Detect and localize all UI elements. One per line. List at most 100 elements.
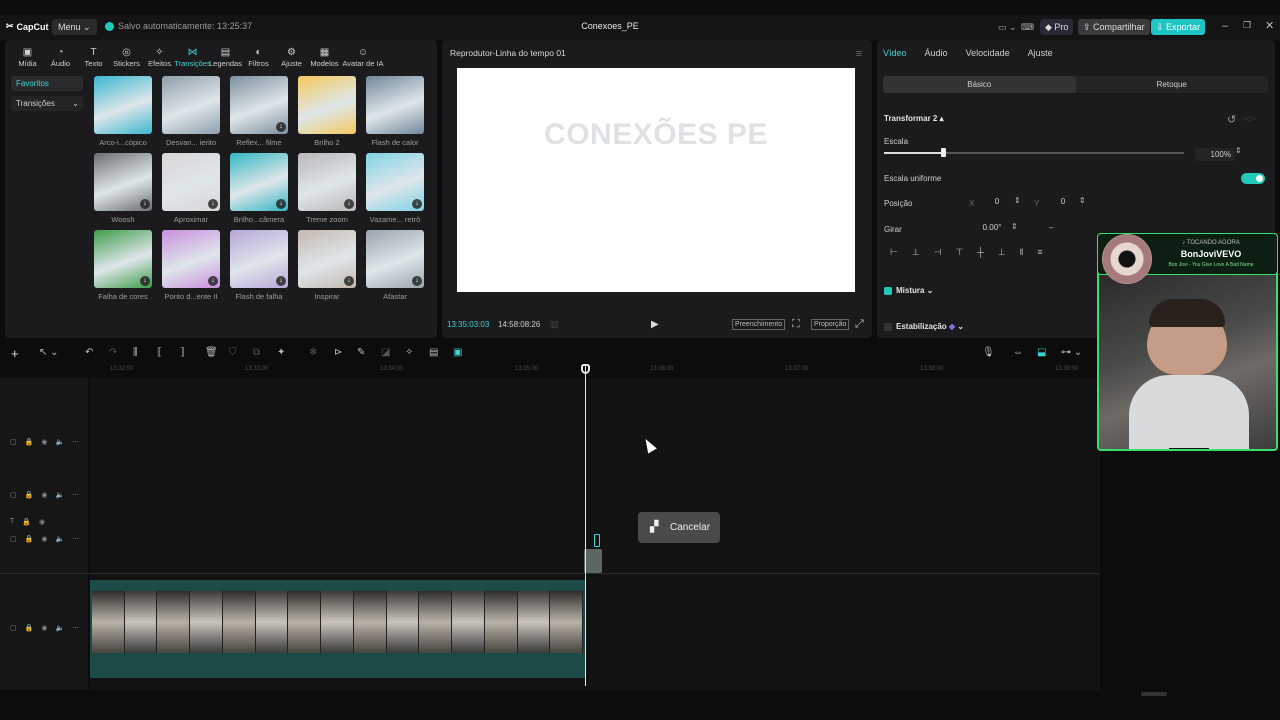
- distribute-h-icon[interactable]: ‖: [1020, 247, 1024, 258]
- speaker-icon[interactable]: 🔈: [55, 438, 64, 446]
- align-middle-icon[interactable]: ┼: [977, 247, 983, 258]
- timecode-grid-icon[interactable]: ▥: [550, 319, 559, 330]
- transition-thumbnail[interactable]: ↓: [366, 153, 424, 211]
- tab-filters[interactable]: ◐ Filtros: [242, 42, 275, 68]
- transition-thumbnail[interactable]: ↓: [94, 230, 152, 288]
- add-track-icon[interactable]: +: [11, 346, 19, 361]
- playhead[interactable]: [585, 366, 586, 686]
- blend-section[interactable]: Mistura ⌄: [884, 286, 933, 295]
- more-icon[interactable]: ⋯: [72, 535, 79, 543]
- align-top-icon[interactable]: ⊤: [956, 247, 964, 258]
- eye-icon[interactable]: ◉: [39, 518, 45, 526]
- fill-button[interactable]: Preenchimento: [732, 319, 786, 330]
- eye-icon[interactable]: ◉: [41, 624, 47, 632]
- maximize-icon[interactable]: ❐: [1243, 20, 1251, 31]
- shortcuts-icon[interactable]: ⌨: [1016, 19, 1039, 35]
- transition-thumbnail[interactable]: ↓: [298, 230, 356, 288]
- more-icon[interactable]: ⋯: [72, 491, 79, 499]
- scale-value-field[interactable]: 100%: [1195, 148, 1235, 161]
- select-tool-icon[interactable]: ↖ ⌄: [39, 347, 59, 358]
- cancel-button[interactable]: ▞ Cancelar: [638, 512, 720, 543]
- shield-icon[interactable]: ⛉: [229, 347, 237, 358]
- tab-basic[interactable]: Básico: [883, 76, 1076, 93]
- transition-thumbnail[interactable]: ↓: [162, 230, 220, 288]
- transition-item[interactable]: ↓ Afastar: [366, 230, 424, 307]
- lock-icon[interactable]: 🔒: [25, 535, 34, 543]
- tab-props-3[interactable]: Ajuste: [1028, 48, 1053, 58]
- marker-icon[interactable]: ⊳: [334, 347, 342, 358]
- position-x-stepper[interactable]: ⇕: [1014, 196, 1021, 205]
- distribute-v-icon[interactable]: ≡: [1037, 247, 1042, 258]
- transition-thumbnail[interactable]: ↓: [298, 153, 356, 211]
- stabilize-section[interactable]: Estabilização ◆ ⌄: [884, 322, 964, 331]
- tab-transitions[interactable]: ⋈ Transições: [174, 42, 210, 68]
- tab-props-2[interactable]: Velocidade: [966, 48, 1010, 58]
- transition-item[interactable]: Flash de calor: [366, 76, 424, 153]
- tab-text[interactable]: T Texto: [77, 42, 110, 68]
- transition-item[interactable]: ↓ Aproximar: [162, 153, 220, 230]
- uniform-scale-toggle[interactable]: [1241, 173, 1265, 184]
- download-icon[interactable]: ↓: [276, 276, 286, 286]
- lock-icon[interactable]: 🔒: [22, 518, 31, 526]
- lock-icon[interactable]: 🔒: [25, 491, 34, 499]
- horizontal-scrollbar[interactable]: [1141, 692, 1167, 696]
- scale-stepper[interactable]: ⇕: [1235, 146, 1242, 155]
- blend-checkbox[interactable]: [884, 286, 892, 295]
- transition-thumbnail[interactable]: ↓: [230, 230, 288, 288]
- preview-screen[interactable]: CONEXÕES PE: [457, 68, 855, 292]
- tab-sticker[interactable]: ◎ Stickers: [110, 42, 143, 68]
- rotate-field[interactable]: 0.00°: [972, 221, 1012, 235]
- position-y-stepper[interactable]: ⇕: [1079, 196, 1086, 205]
- download-icon[interactable]: ↓: [208, 199, 218, 209]
- tab-media[interactable]: ▣ Mídia: [11, 42, 44, 68]
- transition-thumbnail[interactable]: ↓: [230, 153, 288, 211]
- sidebar-item-transitions[interactable]: Transições ⌄: [11, 96, 83, 111]
- transition-thumbnail[interactable]: [366, 76, 424, 134]
- tab-retouch[interactable]: Retoque: [1076, 76, 1269, 93]
- auto-reframe-icon[interactable]: ▣: [453, 347, 462, 358]
- transform-section[interactable]: Transformar 2 ▴: [884, 114, 944, 123]
- download-icon[interactable]: ↓: [140, 276, 150, 286]
- more-icon[interactable]: ⋯: [72, 438, 79, 446]
- tab-audio[interactable]: ◔ Áudio: [44, 42, 77, 68]
- flip-icon[interactable]: –: [1049, 223, 1053, 232]
- align-left-icon[interactable]: ⊢: [890, 247, 898, 258]
- fit-icon[interactable]: ⛶: [792, 318, 800, 331]
- play-icon[interactable]: ▶: [651, 319, 659, 330]
- download-icon[interactable]: ↓: [276, 122, 286, 132]
- transition-item[interactable]: ↓ Reflex... filme: [230, 76, 288, 153]
- transition-item[interactable]: ↓ Vazame... retrô: [366, 153, 424, 230]
- align-center-h-icon[interactable]: ⊥: [912, 247, 920, 258]
- stabilize-checkbox[interactable]: [884, 322, 892, 331]
- mirror-icon[interactable]: ◪: [381, 347, 390, 358]
- tab-ai-avatar[interactable]: ☺ Avatar de IA: [341, 42, 385, 68]
- crop-icon[interactable]: ⧉: [253, 347, 260, 358]
- split-right-icon[interactable]: ⟧: [180, 347, 185, 358]
- transition-thumbnail[interactable]: ↓: [230, 76, 288, 134]
- more-icon[interactable]: ⋯: [72, 624, 79, 632]
- delete-icon[interactable]: 🗑: [205, 347, 218, 358]
- transition-item[interactable]: Desvan... ierito: [162, 76, 220, 153]
- pen-icon[interactable]: ✎: [357, 347, 365, 358]
- split-left-icon[interactable]: ⟦: [157, 347, 162, 358]
- transition-thumbnail[interactable]: ↓: [162, 153, 220, 211]
- export-button[interactable]: ⇩ Exportar: [1151, 19, 1206, 35]
- ratio-button[interactable]: Proporção: [811, 319, 850, 330]
- share-button[interactable]: ⇪ Compartilhar: [1078, 19, 1150, 35]
- transition-item[interactable]: Arco-i...cópico: [94, 76, 152, 153]
- rotate-stepper[interactable]: ⇕: [1011, 222, 1018, 231]
- playhead-handle[interactable]: [581, 364, 590, 374]
- ai-edit-icon[interactable]: ✦: [277, 347, 285, 358]
- tab-props-1[interactable]: Áudio: [925, 48, 948, 58]
- tab-effects[interactable]: ✧ Efeitos: [143, 42, 176, 68]
- transition-item[interactable]: ↓ Flash de falha: [230, 230, 288, 307]
- transition-item[interactable]: ↓ Treme zoom: [298, 153, 356, 230]
- download-icon[interactable]: ↓: [412, 276, 422, 286]
- transition-item[interactable]: Brilho 2: [298, 76, 356, 153]
- scale-slider-handle[interactable]: [941, 148, 946, 157]
- download-icon[interactable]: ↓: [276, 199, 286, 209]
- pro-button[interactable]: ◆ Pro: [1040, 19, 1074, 35]
- link-icon[interactable]: ⇔: [1013, 347, 1023, 358]
- lock-icon[interactable]: 🔒: [25, 624, 34, 632]
- player-menu-icon[interactable]: ≡: [856, 48, 862, 60]
